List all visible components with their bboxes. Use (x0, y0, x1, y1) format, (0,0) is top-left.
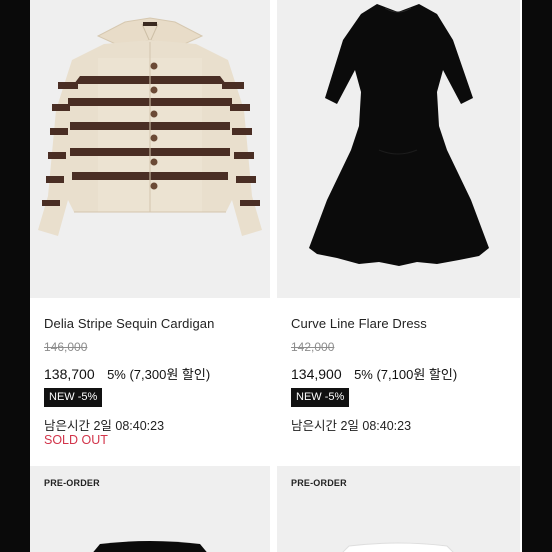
black-top-image (93, 541, 207, 552)
time-left: 남은시간 2일 08:40:23 (44, 419, 165, 433)
product-card-cardigan[interactable]: Delia Stripe Sequin Cardigan 146,000 138… (30, 0, 270, 460)
product-image-dress[interactable] (277, 0, 520, 298)
product-name[interactable]: Delia Stripe Sequin Cardigan (44, 316, 266, 331)
sale-price: 138,700 (44, 366, 95, 382)
sale-price: 134,900 (291, 366, 342, 382)
product-image-preorder-2[interactable]: PRE-ORDER (277, 466, 520, 552)
time-left: 남은시간 2일 08:40:23 (291, 419, 412, 433)
product-card-preorder-2[interactable]: PRE-ORDER (277, 466, 520, 552)
product-card-preorder-1[interactable]: PRE-ORDER (30, 466, 270, 552)
cardigan-image (38, 17, 262, 236)
dress-image (309, 4, 489, 266)
original-price: 142,000 (291, 340, 335, 354)
new-discount-badge: NEW -5% (291, 388, 350, 407)
sold-out-status: SOLD OUT (44, 433, 108, 447)
product-image-cardigan[interactable] (30, 0, 270, 298)
product-grid-screen: Delia Stripe Sequin Cardigan 146,000 138… (30, 0, 522, 552)
discount-text: 5% (7,100원 할인) (354, 367, 458, 382)
new-discount-badge: NEW -5% (44, 388, 103, 407)
white-top-image (342, 542, 454, 552)
original-price: 146,000 (44, 340, 88, 354)
product-name[interactable]: Curve Line Flare Dress (291, 316, 513, 331)
discount-text: 5% (7,300원 할인) (107, 367, 211, 382)
product-card-dress[interactable]: Curve Line Flare Dress 142,000 134,900 5… (277, 0, 520, 460)
product-image-preorder-1[interactable]: PRE-ORDER (30, 466, 270, 552)
